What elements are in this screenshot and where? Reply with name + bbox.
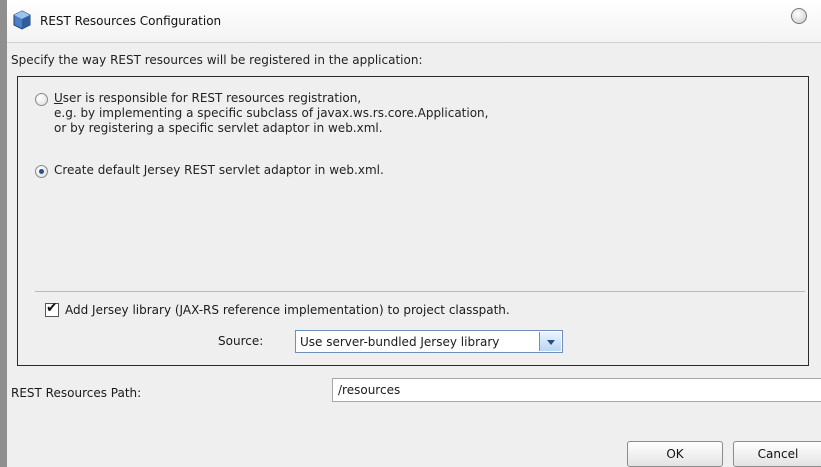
resources-path-label: REST Resources Path:	[11, 386, 142, 400]
intro-text: Specify the way REST resources will be r…	[11, 53, 423, 67]
registration-options-group: User is responsible for REST resources r…	[17, 76, 809, 366]
option-user-registration-label: User is responsible for REST resources r…	[54, 91, 489, 135]
source-label: Source:	[218, 334, 264, 348]
mnemonic-letter: U	[54, 91, 63, 105]
option-user-registration-line2: e.g. by implementing a specific subclass…	[54, 106, 489, 120]
help-circle-icon[interactable]	[791, 8, 807, 24]
radio-default-adaptor[interactable]	[35, 165, 48, 178]
resources-path-input[interactable]: /resources	[332, 378, 821, 402]
window-title: REST Resources Configuration	[40, 14, 222, 28]
option-user-registration[interactable]: User is responsible for REST resources r…	[35, 91, 488, 136]
option-default-adaptor[interactable]: Create default Jersey REST servlet adapt…	[35, 163, 384, 178]
source-select-value: Use server-bundled Jersey library	[300, 335, 500, 349]
chevron-down-icon[interactable]	[539, 332, 561, 351]
netbeans-cube-icon	[13, 10, 31, 30]
add-jersey-library-checkbox[interactable]: ✔	[45, 300, 59, 317]
add-jersey-library-option[interactable]: ✔ Add Jersey library (JAX-RS reference i…	[45, 300, 510, 317]
separator	[35, 291, 805, 292]
option-user-registration-line3: or by registering a specific servlet ada…	[54, 121, 383, 135]
option-default-adaptor-label: Create default Jersey REST servlet adapt…	[54, 163, 384, 177]
add-jersey-library-label: Add Jersey library (JAX-RS reference imp…	[65, 303, 510, 317]
checkmark-icon: ✔	[46, 300, 58, 316]
resources-path-value: /resources	[338, 383, 401, 397]
rest-resources-dialog: REST Resources Configuration Specify the…	[0, 0, 821, 467]
ok-button[interactable]: OK	[627, 441, 723, 467]
cancel-button[interactable]: Cancel	[733, 441, 821, 467]
radio-user-registration[interactable]	[35, 93, 48, 106]
title-bar: REST Resources Configuration	[7, 0, 821, 43]
source-select[interactable]: Use server-bundled Jersey library	[295, 330, 563, 353]
